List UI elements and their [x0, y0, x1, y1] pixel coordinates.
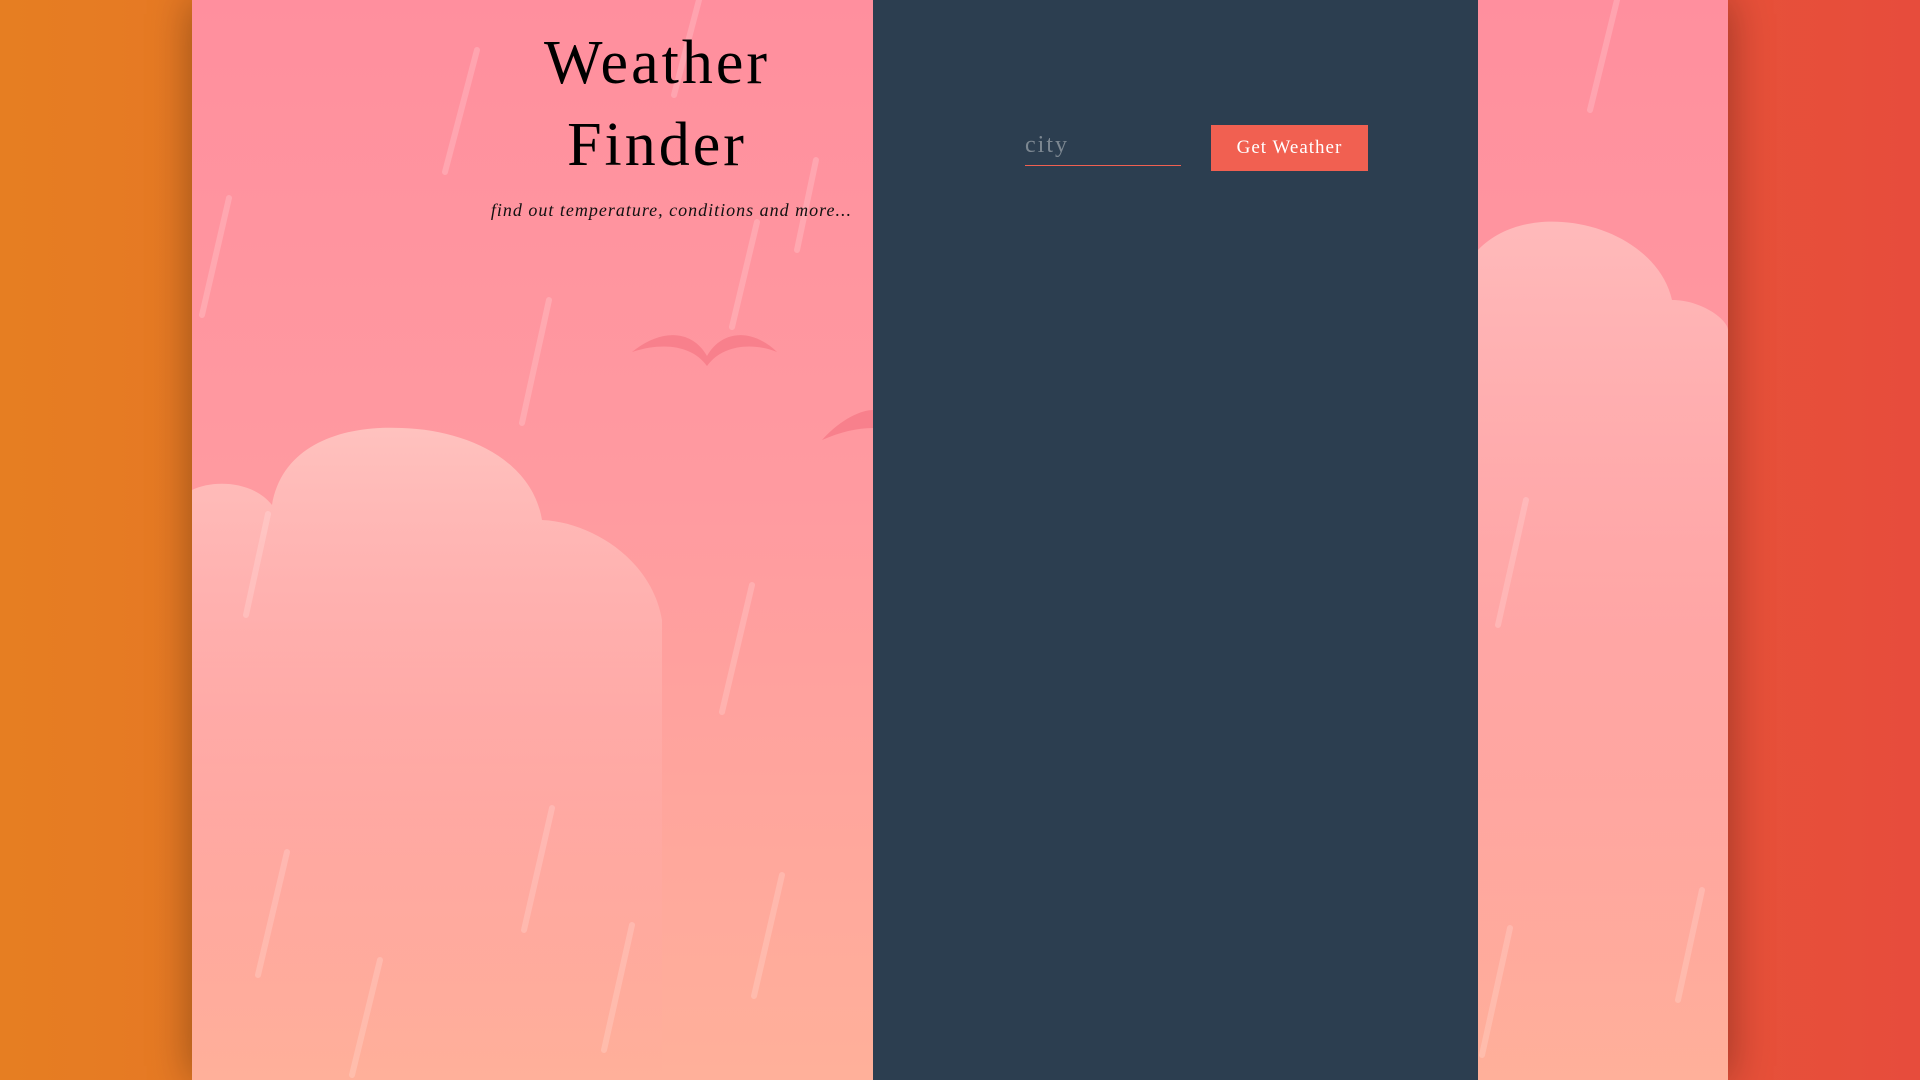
weather-form-panel: Get Weather	[873, 0, 1478, 1080]
page-title: Weather Finder	[437, 22, 877, 186]
title-line-2: Finder	[567, 111, 747, 179]
city-input[interactable]	[1025, 126, 1181, 166]
get-weather-button[interactable]: Get Weather	[1211, 125, 1368, 171]
title-line-1: Weather	[544, 29, 770, 97]
page-subtitle: find out temperature, conditions and mor…	[490, 200, 852, 220]
title-panel: Weather Finder find out temperature, con…	[192, 0, 873, 1080]
app-container: Weather Finder find out temperature, con…	[192, 0, 1728, 1080]
